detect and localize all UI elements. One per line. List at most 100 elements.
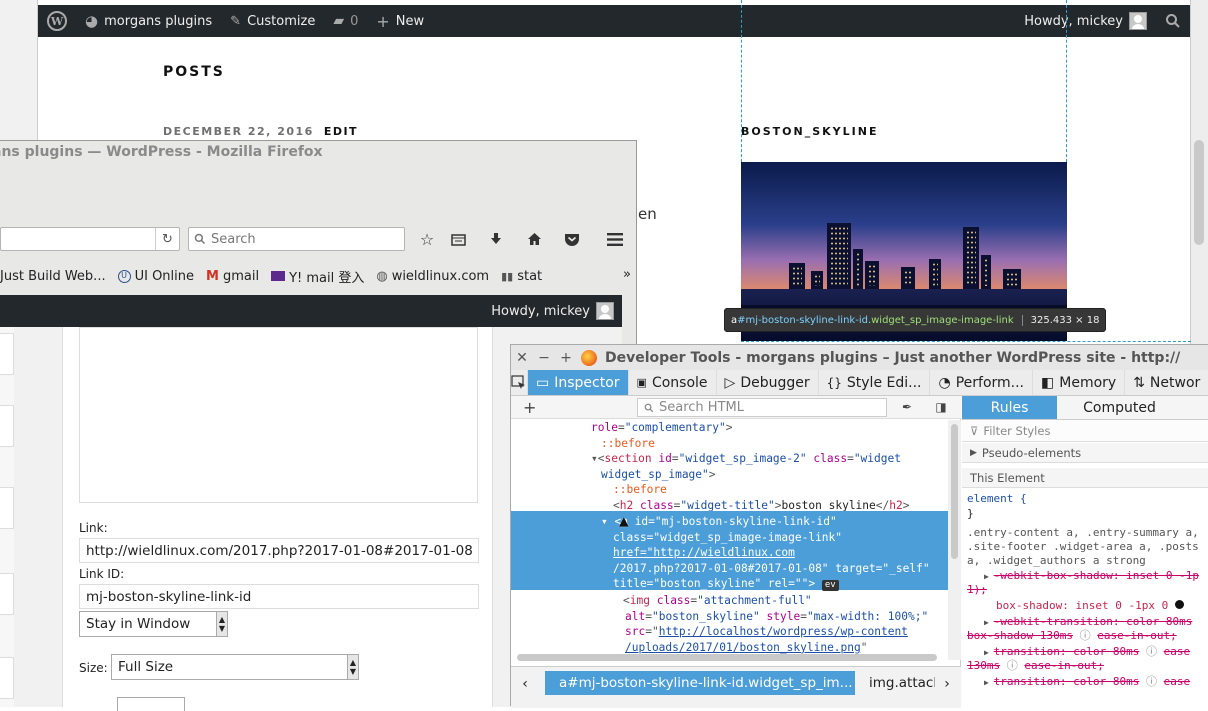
tab-style-editor[interactable]: {} Style Edi... — [819, 370, 931, 395]
markup-line[interactable]: ::before — [511, 482, 948, 498]
markup-line[interactable]: src="http://localhost/wordpress/wp-conte… — [511, 624, 948, 640]
customize-link[interactable]: ✎ Customize — [221, 5, 324, 37]
rule-selector[interactable]: .site-footer .widget-area a, .posts — [967, 540, 1199, 554]
rule-declaration[interactable]: ▶ -webkit-transition: color 80ms — [984, 615, 1192, 630]
brush-icon: ✎ — [230, 13, 242, 29]
home-button[interactable] — [523, 228, 545, 250]
bookmark-wieldlinux[interactable]: ◍ wieldlinux.com — [376, 269, 489, 284]
post-date[interactable]: DECEMBER 22, 2016 — [163, 125, 314, 138]
page-scrollbar[interactable] — [1190, 0, 1208, 350]
rule-selector[interactable]: .entry-content a, .entry-summary a, — [967, 526, 1199, 540]
link-url-field[interactable]: http://wieldlinux.com/2017.php?2017-01-0… — [79, 538, 479, 563]
search-bar[interactable]: Search — [188, 227, 405, 251]
open-menu-button[interactable] — [604, 228, 626, 250]
widget-stub[interactable] — [0, 333, 14, 375]
widget-stub[interactable] — [0, 657, 14, 699]
expand-triangle-icon[interactable]: ▾ — [591, 452, 598, 465]
bookmarks-overflow-button[interactable]: » — [623, 267, 631, 282]
bookmark-stat[interactable]: ▮▮ stat — [501, 269, 542, 284]
chevron-left-icon[interactable]: ‹ — [515, 673, 535, 695]
rule-declaration[interactable]: 1); — [967, 583, 987, 597]
link-target-select[interactable]: Stay in Window ▲ ▼ — [79, 611, 228, 637]
breadcrumb-item[interactable]: img.attacl — [857, 671, 935, 695]
image-widget-form: Link: http://wieldlinux.com/2017.php?201… — [62, 327, 493, 711]
pocket-button[interactable] — [561, 228, 583, 250]
tab-console[interactable]: ▣ Console — [629, 370, 717, 395]
markup-line[interactable]: ▾<section id="widget_sp_image-2" class="… — [511, 451, 948, 467]
chevron-right-icon[interactable]: › — [937, 673, 957, 695]
markup-line[interactable]: widget_sp_image"> — [511, 467, 948, 483]
selected-markup-node[interactable]: ▾ <a id="mj-boston-skyline-link-id" clas… — [511, 511, 948, 592]
expand-triangle-icon[interactable]: ▾ <a — [601, 515, 635, 528]
tab-computed[interactable]: Computed — [1057, 396, 1182, 420]
comments-link[interactable]: ▰ 0 — [324, 5, 367, 37]
bookmark-ui-online[interactable]: U UI Online — [117, 269, 194, 284]
add-node-icon[interactable]: + — [523, 398, 536, 417]
admin-search-button[interactable] — [1156, 5, 1190, 37]
minimize-icon[interactable]: − — [533, 350, 555, 366]
tab-network[interactable]: ⇅ Networ — [1125, 370, 1208, 395]
devtools-titlebar[interactable]: ✕ − + Developer Tools - morgans plugins … — [511, 345, 1208, 370]
tab-overflow[interactable] — [1182, 396, 1208, 420]
rule-selector[interactable]: a, .widget_authors a strong — [967, 554, 1146, 568]
wp-logo-menu[interactable]: W — [38, 5, 76, 37]
tab-debugger[interactable]: ▷ Debugger — [717, 370, 819, 395]
downloads-button[interactable] — [485, 228, 507, 250]
rule-declaration[interactable]: 130ms ⓘ ease-in-out; — [967, 659, 1104, 673]
filter-styles-input[interactable]: ⊽ Filter Styles — [962, 420, 1208, 442]
search-html-input[interactable]: Search HTML — [637, 398, 887, 417]
scrollbar-thumb[interactable] — [1194, 140, 1204, 245]
attr-name: class — [813, 452, 848, 466]
maximize-icon[interactable]: + — [555, 350, 577, 366]
element-rule-selector[interactable]: element { — [967, 492, 1027, 506]
markup-line[interactable]: <img class="attachment-full" — [511, 593, 948, 609]
bookmark-star-button[interactable]: ☆ — [416, 228, 438, 250]
avatar — [1129, 12, 1147, 30]
avatar[interactable] — [596, 302, 614, 320]
tab-memory[interactable]: ◧ Memory — [1033, 370, 1126, 395]
color-swatch-icon[interactable] — [1174, 600, 1184, 609]
widget-stub[interactable] — [0, 405, 14, 447]
bookmark-just-build-web[interactable]: Just Build Web... — [0, 269, 106, 284]
firefox-titlebar[interactable]: ans plugins — WordPress - Mozilla Firefo… — [0, 141, 636, 165]
eyedropper-icon[interactable]: ✒ — [899, 399, 915, 415]
rule-declaration[interactable]: ▶ transition: color 80ms ⓘ ease — [984, 645, 1190, 660]
link-id-field[interactable]: mj-boston-skyline-link-id — [79, 584, 479, 609]
pseudo-elements-section[interactable]: ▶ Pseudo-elements — [962, 443, 1208, 463]
markup-vertical-scrollbar[interactable] — [948, 420, 961, 660]
howdy-label[interactable]: Howdy, mickey — [491, 304, 590, 319]
event-badge[interactable]: ev — [821, 580, 839, 592]
markup-line[interactable]: alt="boston_skyline" style="max-width: 1… — [511, 609, 948, 625]
reading-list-button[interactable] — [447, 228, 469, 250]
url-bar[interactable]: ↻ — [0, 227, 180, 251]
markup-horizontal-scrollbar[interactable] — [511, 652, 948, 662]
close-icon[interactable]: ✕ — [511, 350, 533, 366]
bookmark-yahoo-mail[interactable]: Y! mail 登入 — [271, 267, 364, 286]
tab-rules[interactable]: Rules — [962, 396, 1057, 420]
bookmark-gmail[interactable]: Mgmail — [206, 269, 259, 284]
new-content-menu[interactable]: + New — [367, 5, 433, 37]
rule-declaration[interactable]: ▶ -webkit-box-shadow: inset 0 -1p — [984, 569, 1199, 584]
markup-line[interactable]: ::before — [511, 436, 948, 452]
markup-line[interactable]: role="complementary"> — [511, 420, 948, 436]
tab-performance[interactable]: ◔ Perform... — [930, 370, 1034, 395]
widget-stub[interactable] — [0, 487, 14, 529]
toggle-sidebar-icon[interactable]: ◨ — [933, 399, 949, 415]
site-name-menu[interactable]: ◕ morgans plugins — [76, 5, 221, 37]
image-size-select[interactable]: Full Size ▲ ▼ — [111, 654, 359, 680]
element-picker-button[interactable] — [511, 370, 528, 395]
rule-declaration[interactable]: box-shadow 130ms ⓘ ease-in-out; — [967, 629, 1177, 643]
post-edit-link[interactable]: EDIT — [324, 125, 358, 138]
widget-stub[interactable] — [0, 573, 14, 615]
scrollbar-thumb[interactable] — [951, 424, 958, 559]
wordpress-logo-icon: W — [47, 11, 67, 31]
rule-declaration[interactable]: box-shadow: inset 0 -1px 0 — [996, 599, 1184, 613]
attr-link[interactable]: http://localhost/wordpress/wp-content — [659, 625, 908, 638]
rule-declaration[interactable]: ▶ transition: color 80ms ⓘ ease — [984, 675, 1190, 690]
tab-inspector[interactable]: ▭ Inspector — [528, 370, 629, 395]
breadcrumb-item-active[interactable]: a#mj-boston-skyline-link-id.widget_sp_im… — [545, 671, 855, 695]
align-select[interactable] — [117, 697, 185, 711]
selected-node-text: id="mj-boston-skyline-link-id" — [634, 515, 837, 528]
description-textarea[interactable] — [79, 327, 478, 503]
reload-button[interactable]: ↻ — [155, 228, 179, 250]
